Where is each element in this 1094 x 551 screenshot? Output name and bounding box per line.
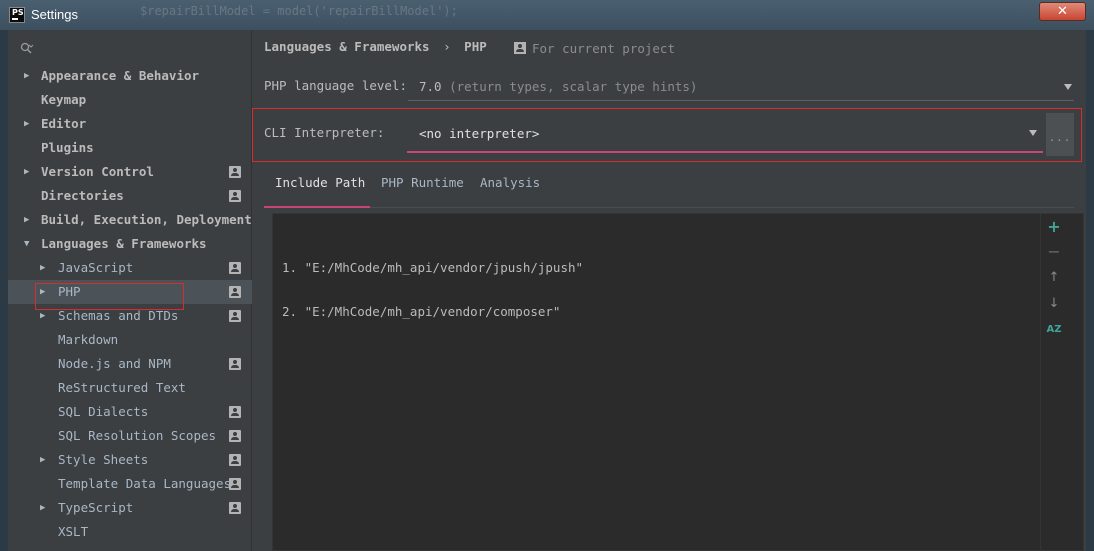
cli-interpreter-value: <no interpreter> <box>419 126 540 141</box>
sidebar-item-label: Languages & Frameworks <box>41 236 207 251</box>
sidebar-item-build-execution-deployment[interactable]: ▶ Build, Execution, Deployment <box>8 208 252 232</box>
project-scope-icon <box>229 502 241 514</box>
project-scope-icon <box>229 454 241 466</box>
cli-interpreter-more-button[interactable]: ... <box>1046 113 1074 156</box>
move-down-icon[interactable]: ↓ <box>1041 296 1067 311</box>
cli-interpreter-highlight-box: CLI Interpreter: <no interpreter> ... <box>252 108 1082 162</box>
collapsed-arrow-icon[interactable]: ▶ <box>24 64 34 88</box>
phpstorm-icon: PS <box>9 7 25 23</box>
close-button[interactable]: ✕ <box>1039 2 1086 21</box>
sidebar-item-directories[interactable]: Directories <box>8 184 252 208</box>
settings-window: $repairBillModel = model('repairBillMode… <box>0 0 1094 551</box>
project-scope-icon <box>229 286 241 298</box>
sidebar-item-label: Editor <box>41 116 87 131</box>
settings-sidebar: ▶ Appearance & Behavior Keymap ▶ Editor Plugi… <box>8 30 252 551</box>
sidebar-item-label: Build, Execution, Deployment <box>41 212 252 227</box>
project-scope-label: For current project <box>514 41 675 56</box>
add-icon[interactable]: + <box>1041 217 1067 236</box>
background-editor-code: $repairBillModel = model('repairBillMode… <box>140 4 458 18</box>
sidebar-item-plugins[interactable]: Plugins <box>8 136 252 160</box>
sidebar-item-restructured-text[interactable]: ReStructured Text <box>8 376 252 400</box>
collapsed-arrow-icon[interactable]: ▶ <box>40 256 50 280</box>
php-language-level-label: PHP language level: <box>264 78 407 93</box>
breadcrumb-separator: › <box>443 39 451 54</box>
sidebar-item-sql-dialects[interactable]: SQL Dialects <box>8 400 252 424</box>
sidebar-item-label: Style Sheets <box>58 452 149 467</box>
sidebar-item-appearance-behavior[interactable]: ▶ Appearance & Behavior <box>8 64 252 88</box>
sidebar-item-languages-frameworks[interactable]: ▼ Languages & Frameworks <box>8 232 252 256</box>
project-scope-icon <box>229 262 241 274</box>
sort-icon[interactable]: AZ <box>1041 324 1067 335</box>
sidebar-item-label: SQL Resolution Scopes <box>58 428 217 443</box>
cli-interpreter-dropdown[interactable]: <no interpreter> <box>407 117 1043 153</box>
remove-icon[interactable]: − <box>1041 242 1067 261</box>
tab-analysis[interactable]: Analysis <box>480 168 540 208</box>
sidebar-item-label: Keymap <box>41 92 87 107</box>
project-scope-icon <box>229 358 241 370</box>
sidebar-item-label: Node.js and NPM <box>58 356 171 371</box>
sidebar-item-markdown[interactable]: Markdown <box>8 328 252 352</box>
sidebar-item-xslt[interactable]: XSLT <box>8 520 252 544</box>
collapsed-arrow-icon[interactable]: ▶ <box>24 160 34 184</box>
sidebar-item-label: SQL Dialects <box>58 404 149 419</box>
php-highlight-box <box>35 283 184 310</box>
settings-search-input[interactable] <box>16 38 244 60</box>
collapsed-arrow-icon[interactable]: ▶ <box>24 208 34 232</box>
settings-content: Languages & Frameworks › PHP For current… <box>252 30 1086 551</box>
project-scope-icon <box>229 190 241 202</box>
sidebar-item-sql-resolution-scopes[interactable]: SQL Resolution Scopes <box>8 424 252 448</box>
sidebar-item-keymap[interactable]: Keymap <box>8 88 252 112</box>
search-icon <box>20 42 34 54</box>
chevron-down-icon <box>1029 130 1037 136</box>
tab-php-runtime[interactable]: PHP Runtime <box>381 168 464 208</box>
project-scope-icon <box>229 478 241 490</box>
list-item[interactable]: 1. "E:/MhCode/mh_api/vendor/jpush/jpush" <box>282 260 583 275</box>
sidebar-item-label: Appearance & Behavior <box>41 68 200 83</box>
collapsed-arrow-icon[interactable]: ▶ <box>40 448 50 472</box>
php-language-level-hint: (return types, scalar type hints) <box>449 79 698 94</box>
window-title: Settings <box>31 7 78 22</box>
collapsed-arrow-icon[interactable]: ▶ <box>24 112 34 136</box>
sidebar-item-label: Template Data Languages <box>58 476 232 491</box>
sidebar-item-label: Directories <box>41 188 124 203</box>
settings-dialog: ▶ Appearance & Behavior Keymap ▶ Editor Plugi… <box>8 30 1086 551</box>
project-scope-icon <box>229 406 241 418</box>
expanded-arrow-icon[interactable]: ▼ <box>24 232 34 256</box>
sidebar-item-label: ReStructured Text <box>58 380 186 395</box>
list-item[interactable]: 2. "E:/MhCode/mh_api/vendor/composer" <box>282 304 560 319</box>
sidebar-item-version-control[interactable]: ▶ Version Control <box>8 160 252 184</box>
sidebar-item-typescript[interactable]: ▶ TypeScript <box>8 496 252 520</box>
include-path-panel: 1. "E:/MhCode/mh_api/vendor/jpush/jpush"… <box>272 213 1084 551</box>
project-scope-icon <box>229 310 241 322</box>
chevron-down-icon <box>1064 84 1072 90</box>
include-path-list: 1. "E:/MhCode/mh_api/vendor/jpush/jpush"… <box>273 214 1040 551</box>
title-bar: $repairBillModel = model('repairBillMode… <box>0 0 1094 30</box>
move-up-icon[interactable]: ↑ <box>1041 270 1067 285</box>
sidebar-item-label: XSLT <box>58 524 89 539</box>
sidebar-item-editor[interactable]: ▶ Editor <box>8 112 252 136</box>
sidebar-item-node-js-and-npm[interactable]: Node.js and NPM <box>8 352 252 376</box>
sidebar-item-label: Version Control <box>41 164 154 179</box>
sidebar-item-label: Plugins <box>41 140 94 155</box>
collapsed-arrow-icon[interactable]: ▶ <box>40 496 50 520</box>
php-settings-tabs: Include Path PHP Runtime Analysis <box>264 168 1074 208</box>
php-language-level-dropdown[interactable]: 7.0 (return types, scalar type hints) <box>408 71 1074 101</box>
tab-include-path[interactable]: Include Path <box>264 168 370 208</box>
php-language-level-value: 7.0 <box>419 79 442 94</box>
project-scope-icon <box>229 430 241 442</box>
project-scope-icon <box>229 166 241 178</box>
sidebar-item-template-data-languages[interactable]: Template Data Languages <box>8 472 252 496</box>
sidebar-item-label: TypeScript <box>58 500 134 515</box>
include-path-toolbar: + − ↑ ↓ AZ <box>1040 214 1066 551</box>
project-scope-icon <box>514 42 526 54</box>
sidebar-item-javascript[interactable]: ▶ JavaScript <box>8 256 252 280</box>
scope-text: For current project <box>532 41 675 56</box>
sidebar-item-label: JavaScript <box>58 260 134 275</box>
cli-interpreter-label: CLI Interpreter: <box>264 125 385 140</box>
breadcrumb-current: PHP <box>464 39 487 54</box>
breadcrumb-parent[interactable]: Languages & Frameworks <box>264 39 430 54</box>
breadcrumb: Languages & Frameworks › PHP <box>264 39 487 54</box>
sidebar-item-style-sheets[interactable]: ▶ Style Sheets <box>8 448 252 472</box>
sidebar-item-label: Markdown <box>58 332 119 347</box>
